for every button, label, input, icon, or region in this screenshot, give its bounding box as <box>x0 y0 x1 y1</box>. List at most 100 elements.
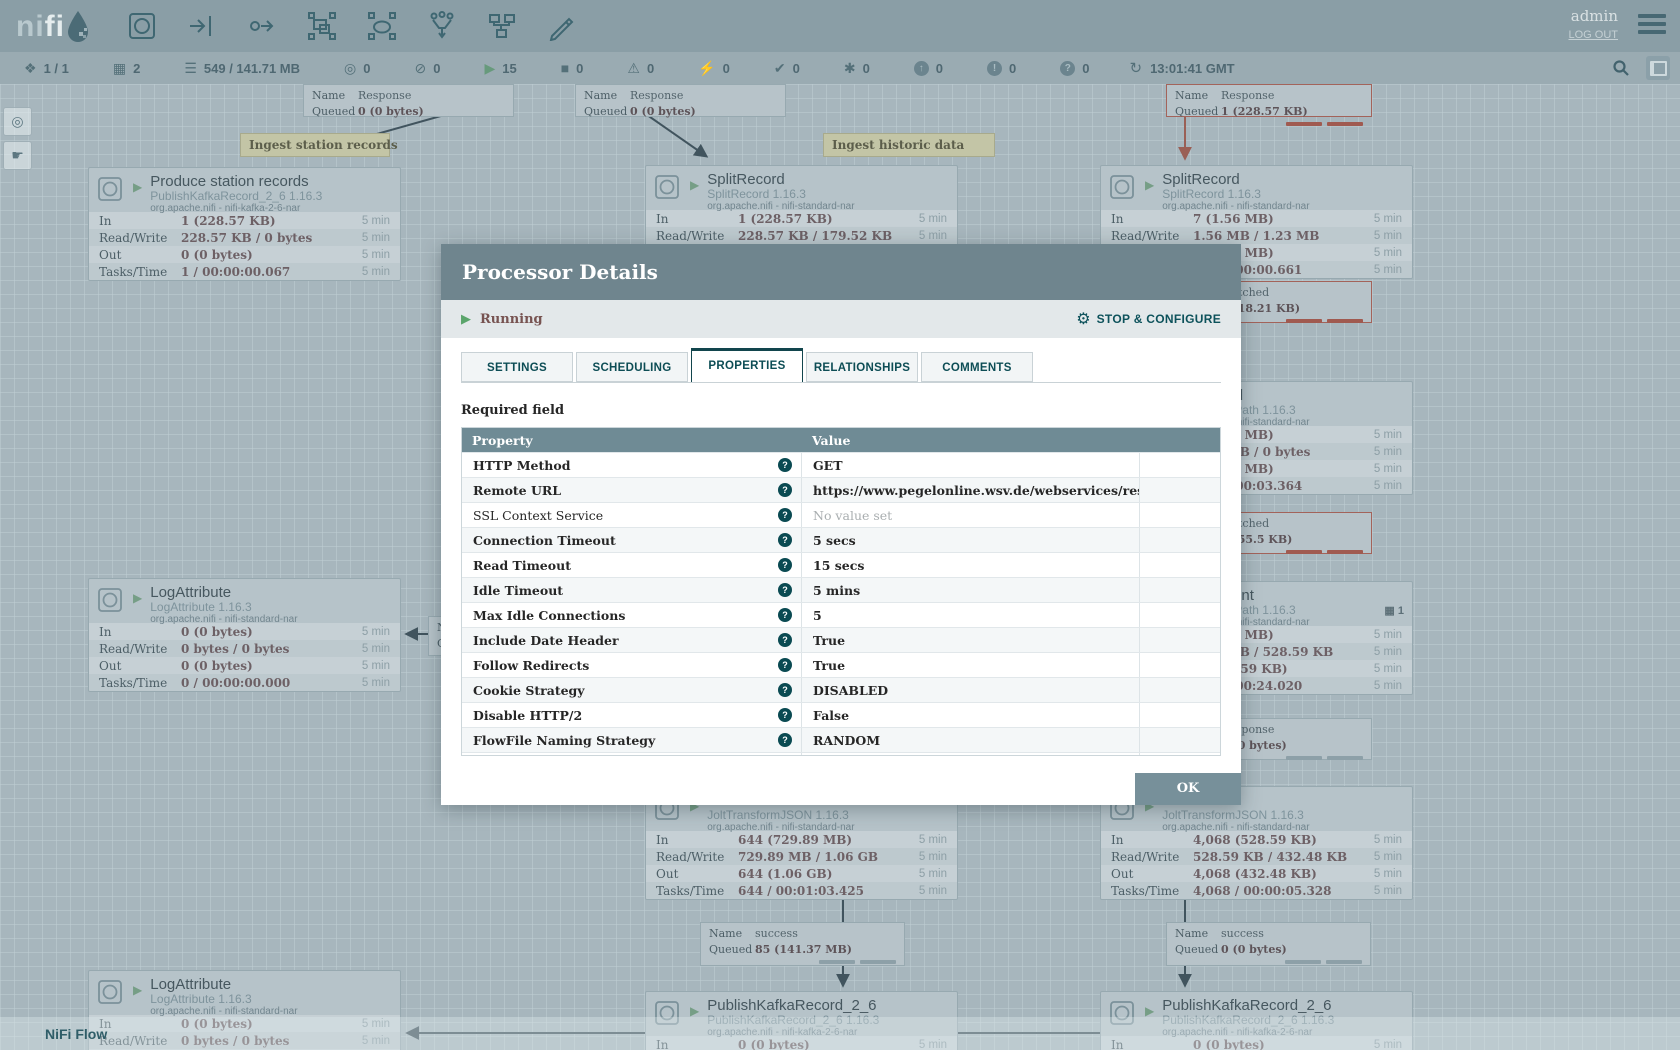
property-name: Remote URL <box>473 483 778 498</box>
connection-name: Response <box>358 88 411 104</box>
stat-row: In1 (228.57 KB)5 min <box>89 212 400 229</box>
label-tool-icon[interactable] <box>545 9 579 43</box>
running-icon: ▶ <box>690 178 699 192</box>
property-value: https://www.pegelonline.wsv.de/webservic… <box>813 483 1139 498</box>
tab-relationships[interactable]: RELATIONSHIPS <box>806 352 918 382</box>
disabled-components-count: 0 <box>723 61 730 76</box>
logout-link[interactable]: LOG OUT <box>1568 29 1618 41</box>
output-port-tool-icon[interactable] <box>245 9 279 43</box>
canvas-label[interactable]: Ingest historic data <box>823 133 995 157</box>
disabled-components: ⚡0 <box>698 60 730 77</box>
tab-properties[interactable]: PROPERTIES <box>691 348 803 382</box>
property-name: Max Idle Connections <box>473 608 778 623</box>
stat-row: Tasks/Time4,068 / 00:00:05.3285 min <box>1101 882 1412 899</box>
help-icon[interactable]: ? <box>778 658 792 672</box>
refresh-status: ↻ 13:01:41 GMT <box>1130 59 1235 77</box>
help-icon[interactable]: ? <box>778 633 792 647</box>
play-icon: ▶ <box>484 60 495 77</box>
help-icon[interactable]: ? <box>778 508 792 522</box>
running-icon: ▶ <box>1145 178 1154 192</box>
help-icon[interactable]: ? <box>778 558 792 572</box>
connection-label[interactable]: NameResponseQueued0 (0 bytes) <box>575 84 786 117</box>
connection-label[interactable]: NamesuccessQueued0 (0 bytes) <box>1166 922 1371 966</box>
panel-toggle-button[interactable] <box>1646 56 1670 80</box>
processor-bundle: org.apache.nifi - nifi-kafka-2-6-nar <box>150 203 322 214</box>
property-value: GET <box>813 458 843 473</box>
stat-row: Tasks/Time0 / 00:00:00.0005 min <box>89 674 400 691</box>
processor-produce-station-records[interactable]: ▶ Produce station recordsPublishKafkaReco… <box>88 167 401 281</box>
stopped-components-count: 0 <box>576 61 583 76</box>
operate-palette-button[interactable]: ☛ <box>3 141 32 170</box>
input-port-tool-icon[interactable] <box>185 9 219 43</box>
property-name: Connection Timeout <box>473 533 778 548</box>
remote-process-group-tool-icon[interactable] <box>365 9 399 43</box>
stat-row: In0 (0 bytes)5 min <box>89 623 400 640</box>
active-threads-count: 2 <box>133 61 140 76</box>
property-row: Cookie Strategy?DISABLED <box>462 677 1220 702</box>
stop-and-configure-button[interactable]: ⚙ STOP & CONFIGURE <box>1076 309 1221 329</box>
tab-settings[interactable]: SETTINGS <box>461 352 573 382</box>
help-icon[interactable]: ? <box>778 483 792 497</box>
stat-row: Read/Write228.57 KB / 0 bytes5 min <box>89 229 400 246</box>
stale-versioned-count: 0 <box>936 61 943 76</box>
cluster-badge: ▦ 1 <box>1384 604 1404 617</box>
running-icon: ▶ <box>1145 1004 1154 1018</box>
processor-type: PublishKafkaRecord_2_6 1.16.3 <box>150 190 322 203</box>
status-items: ❖1 / 1▦2☰549 / 141.71 MB◎0⊘0▶15■0⚠0⚡0✔0✱… <box>24 60 1090 77</box>
queue-count-bar <box>1326 960 1362 964</box>
property-name: Disable HTTP/2 <box>473 708 778 723</box>
global-menu-button[interactable] <box>1638 14 1666 38</box>
connection-name: Response <box>630 88 683 104</box>
connection-queued-key: Queued <box>584 104 630 120</box>
help-icon[interactable]: ? <box>778 733 792 747</box>
breadcrumb[interactable]: NiFi Flow <box>45 1026 107 1042</box>
tab-comments[interactable]: COMMENTS <box>921 352 1033 382</box>
processor-tool-icon[interactable] <box>125 9 159 43</box>
tab-scheduling[interactable]: SCHEDULING <box>576 352 688 382</box>
property-value: RANDOM <box>813 733 880 748</box>
process-group-tool-icon[interactable] <box>305 9 339 43</box>
processor-logattribute[interactable]: ▶LogAttributeLogAttribute 1.16.3org.apac… <box>88 578 401 692</box>
queue-size-bar <box>1286 319 1322 323</box>
help-icon[interactable]: ? <box>778 608 792 622</box>
canvas-label[interactable]: Ingest station records <box>240 133 390 157</box>
search-icon[interactable] <box>1612 59 1630 77</box>
running-icon: ▶ <box>133 983 142 997</box>
funnel-tool-icon[interactable] <box>425 9 459 43</box>
stat-row: Out4,068 (432.48 KB)5 min <box>1101 865 1412 882</box>
queue-count-bar <box>1327 756 1363 760</box>
help-icon[interactable]: ? <box>778 683 792 697</box>
processor-type: SplitRecord 1.16.3 <box>1162 188 1309 201</box>
queue-count-bar <box>1327 122 1363 126</box>
running-icon: ▶ <box>133 180 142 194</box>
help-icon[interactable]: ? <box>778 583 792 597</box>
connection-name: Response <box>1221 88 1274 104</box>
ok-button[interactable]: OK <box>1135 773 1241 805</box>
help-icon[interactable]: ? <box>778 533 792 547</box>
property-name: FlowFile Naming Strategy <box>473 733 778 748</box>
help-icon[interactable]: ? <box>778 708 792 722</box>
invalid-components-count: 0 <box>647 61 654 76</box>
connection-label[interactable]: NameResponseQueued0 (0 bytes) <box>303 84 514 117</box>
navigate-palette-button[interactable]: ◎ <box>3 107 32 136</box>
queue-count-bar <box>1327 550 1363 554</box>
property-value: 5 secs <box>813 533 856 548</box>
refresh-icon[interactable]: ↻ <box>1130 59 1143 77</box>
stat-row: In4,068 (528.59 KB)5 min <box>1101 831 1412 848</box>
help-icon[interactable]: ? <box>778 458 792 472</box>
connection-queued: 1 (228.57 KB) <box>1221 104 1308 120</box>
stat-row: Read/Write528.59 KB / 432.48 KB5 min <box>1101 848 1412 865</box>
template-tool-icon[interactable] <box>485 9 519 43</box>
processor-title: Produce station records <box>150 174 322 190</box>
processor-icon <box>97 979 123 1010</box>
property-name: Idle Timeout <box>473 583 778 598</box>
properties-table: Property Value HTTP Method?GETRemote URL… <box>461 427 1221 756</box>
hand-icon: ☛ <box>11 147 24 164</box>
property-name: Cookie Strategy <box>473 683 778 698</box>
component-toolbar <box>125 9 579 43</box>
connection-label[interactable]: NameResponseQueued1 (228.57 KB) <box>1166 84 1372 117</box>
property-row: HTTP Method?GET <box>462 452 1220 477</box>
value-column-header: Value <box>801 433 1139 448</box>
queue-size-bar <box>1286 122 1322 126</box>
connection-label[interactable]: NamesuccessQueued85 (141.37 MB) <box>700 922 905 966</box>
